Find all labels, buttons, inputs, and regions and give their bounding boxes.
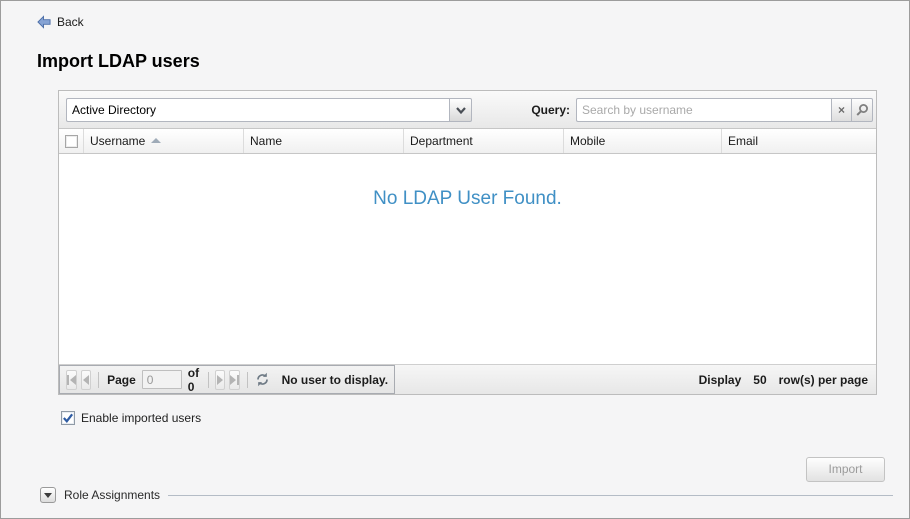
enable-imported-users-checkbox[interactable] (61, 411, 75, 425)
search-box: × (576, 98, 873, 122)
ldap-users-grid: Active Directory Query: × (58, 90, 877, 395)
column-header-username[interactable]: Username (84, 129, 244, 153)
chevron-down-icon (455, 106, 466, 114)
pager-status-text: No user to display. (281, 372, 389, 387)
role-assignments-section: Role Assignments (40, 487, 893, 503)
clear-search-button[interactable]: × (831, 98, 852, 122)
display-rows-value: 50 (753, 372, 767, 387)
import-ldap-users-page: Back Import LDAP users Active Directory … (0, 0, 910, 519)
clear-icon: × (837, 103, 845, 117)
refresh-icon (256, 372, 268, 387)
page-number-input[interactable] (141, 370, 182, 389)
sort-asc-icon (151, 138, 162, 143)
search-icon (856, 104, 868, 116)
pager: Page of 0 (59, 365, 395, 394)
last-page-icon (230, 374, 237, 385)
directory-select[interactable]: Active Directory (66, 98, 472, 122)
grid-header-row: Username Name Department Mobile Email (59, 129, 876, 154)
column-header-name[interactable]: Name (244, 129, 404, 153)
page-title: Import LDAP users (37, 51, 200, 71)
back-arrow-icon (37, 15, 51, 29)
display-suffix: row(s) per page (778, 372, 868, 387)
page-count-label: of 0 (187, 365, 200, 394)
enable-imported-users-option[interactable]: Enable imported users (61, 411, 201, 425)
back-label: Back (57, 15, 84, 29)
role-assignments-toggle-button[interactable] (40, 487, 56, 503)
import-button[interactable]: Import (806, 457, 885, 482)
back-button[interactable]: Back (37, 15, 84, 29)
display-per-page: Display 50 row(s) per page (699, 365, 868, 394)
prev-page-icon (82, 374, 89, 385)
role-assignments-label: Role Assignments (64, 488, 161, 502)
query-label: Query: (531, 103, 570, 117)
empty-grid-message: No LDAP User Found. (373, 188, 562, 209)
select-all-header-cell (59, 129, 84, 153)
grid-toolbar: Active Directory Query: × (59, 91, 876, 129)
last-page-button[interactable] (229, 369, 241, 390)
column-header-department[interactable]: Department (404, 129, 564, 153)
role-assignments-divider (168, 494, 893, 496)
grid-paging-bar: Page of 0 (59, 364, 876, 394)
search-button[interactable] (852, 98, 873, 122)
search-input[interactable] (576, 98, 831, 122)
directory-select-value: Active Directory (66, 98, 449, 122)
enable-imported-users-label: Enable imported users (81, 411, 202, 425)
refresh-button[interactable] (255, 370, 270, 390)
column-header-email[interactable]: Email (722, 129, 876, 153)
next-page-button[interactable] (215, 369, 226, 390)
checkmark-icon (63, 413, 74, 423)
first-page-icon (67, 374, 69, 385)
page-label: Page (107, 372, 136, 387)
grid-body: No LDAP User Found. (59, 154, 876, 364)
select-all-checkbox[interactable] (64, 134, 78, 148)
next-page-icon (217, 374, 224, 385)
display-label: Display (698, 372, 742, 387)
prev-page-button[interactable] (81, 369, 91, 390)
directory-select-trigger[interactable] (449, 98, 472, 122)
column-header-mobile[interactable]: Mobile (564, 129, 722, 153)
first-page-button[interactable] (66, 369, 77, 390)
collapse-triangle-icon (44, 492, 52, 498)
